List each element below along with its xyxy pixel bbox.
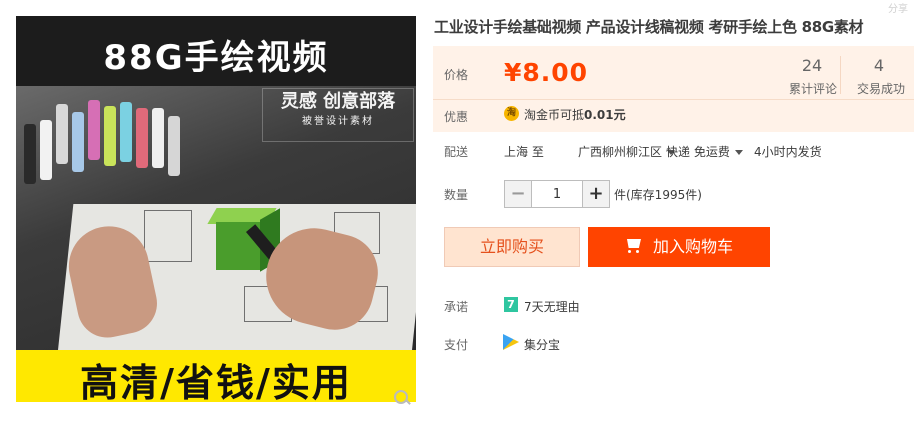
coupon-amount: 0.01元: [584, 108, 626, 122]
stat-divider: [840, 56, 841, 94]
image-marker: [88, 100, 100, 160]
image-watermark-line2: 被誉设计素材: [302, 116, 374, 127]
quantity-increase-button[interactable]: +: [582, 181, 609, 207]
shipping-label: 配送: [444, 145, 469, 159]
image-watermark: 灵感 创意部落 被誉设计素材: [262, 88, 414, 142]
image-watermark-line1: 灵感 创意部落: [280, 91, 396, 112]
shipping-from: 上海 至: [504, 145, 544, 159]
image-marker: [120, 102, 132, 162]
transaction-count[interactable]: 4: [856, 56, 902, 75]
coupon-text: 淘金币可抵0.01元: [524, 106, 626, 123]
payment-method[interactable]: 集分宝: [524, 336, 560, 353]
image-bottom-text: 高清/省钱/实用: [80, 361, 352, 402]
coupon-label: 优惠: [444, 110, 469, 124]
image-marker: [168, 116, 180, 176]
price-divider: [433, 99, 914, 100]
transaction-count-label[interactable]: 交易成功: [852, 80, 910, 97]
quantity-input[interactable]: [532, 181, 582, 207]
seven-day-return-icon: 7: [504, 297, 518, 312]
chevron-down-icon: [734, 150, 743, 155]
image-marker: [40, 120, 52, 180]
add-to-cart-label: 加入购物车: [652, 237, 733, 256]
promise-text[interactable]: 7天无理由: [524, 298, 580, 315]
price-value: ¥8.00: [504, 58, 589, 87]
add-to-cart-button[interactable]: 加入购物车: [588, 227, 770, 267]
dispatch-time: 4小时内发货: [754, 145, 822, 159]
image-top-title: 88G手绘视频: [103, 38, 329, 78]
price-label: 价格: [444, 68, 469, 82]
jifenbao-icon: [503, 334, 519, 350]
product-title: 工业设计手绘基础视频 产品设计线稿视频 考研手绘上色 88G素材: [434, 18, 864, 36]
image-marker: [56, 104, 68, 164]
review-count[interactable]: 24: [790, 56, 834, 75]
quantity-stepper: − +: [504, 180, 610, 208]
image-marker: [136, 108, 148, 168]
zoom-icon[interactable]: [394, 390, 408, 404]
promise-label: 承诺: [444, 300, 469, 314]
image-marker: [152, 108, 164, 168]
shipping-method: 快递 免运费: [666, 145, 730, 159]
cart-icon: [625, 239, 643, 253]
buy-now-button[interactable]: 立即购买: [444, 227, 580, 267]
shipping-destination-select[interactable]: 广西柳州柳江区: [578, 143, 676, 160]
image-marker: [104, 106, 116, 166]
quantity-decrease-button[interactable]: −: [505, 181, 532, 207]
taobao-coin-icon: 淘: [504, 106, 519, 121]
shipping-method-select[interactable]: 快递 免运费: [666, 143, 743, 160]
product-main-image[interactable]: 灵感 创意部落 被誉设计素材 88G手绘视频 高清/省钱/实用: [16, 16, 416, 402]
stock-text: 件(库存1995件): [614, 188, 702, 202]
image-sketch-box: [144, 210, 192, 262]
image-marker: [72, 112, 84, 172]
share-label[interactable]: 分享: [888, 0, 908, 15]
quantity-label: 数量: [444, 188, 469, 202]
coupon-text-prefix: 淘金币可抵: [524, 108, 585, 122]
payment-label: 支付: [444, 338, 469, 352]
review-count-label[interactable]: 累计评论: [786, 80, 840, 97]
shipping-destination: 广西柳州柳江区: [578, 145, 663, 159]
image-marker: [24, 124, 36, 184]
